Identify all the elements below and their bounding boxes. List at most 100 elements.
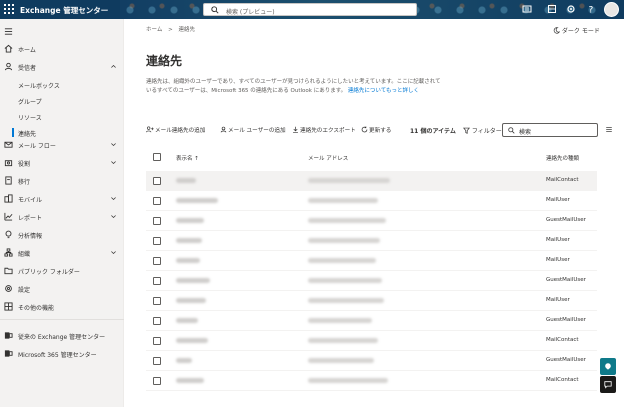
redacted-display-name[interactable] <box>176 258 200 263</box>
redacted-display-name[interactable] <box>176 218 204 223</box>
contact-type-cell: GuestMailUser <box>546 317 586 323</box>
sidebar-item-m365-admin[interactable]: Microsoft 365 管理センター <box>0 345 124 362</box>
row-checkbox[interactable] <box>153 217 161 225</box>
list-options-icon <box>606 127 612 132</box>
lightbulb-icon <box>4 230 13 239</box>
sidebar-item-migration[interactable]: 移行 <box>0 172 124 189</box>
sidebar-item-classic-eac[interactable]: 従来の Exchange 管理センター <box>0 327 124 344</box>
export-contacts-label: 連絡先のエクスポート <box>300 128 356 134</box>
export-contacts-button[interactable]: 連絡先のエクスポート <box>292 126 356 134</box>
app-launcher-icon[interactable] <box>4 4 15 15</box>
sidebar-item-mobile[interactable]: モバイル <box>0 190 124 207</box>
add-person-icon <box>146 126 154 133</box>
redacted-display-name[interactable] <box>176 198 218 203</box>
contact-type-cell: GuestMailUser <box>546 357 586 363</box>
redacted-email-address <box>308 258 376 263</box>
sidebar: ホーム 受信者 メールボックス グループ リソース 連絡先 メール フロー 役割… <box>0 19 124 407</box>
table-row[interactable]: MailContact <box>146 371 597 391</box>
sidebar-item-settings[interactable]: 設定 <box>0 280 124 297</box>
roles-icon <box>4 158 13 167</box>
sidebar-item-organization[interactable]: 組織 <box>0 244 124 261</box>
row-checkbox[interactable] <box>153 357 161 365</box>
row-checkbox[interactable] <box>153 237 161 245</box>
row-checkbox[interactable] <box>153 197 161 205</box>
table-row[interactable]: MailContact <box>146 171 597 191</box>
column-header-email[interactable]: メール アドレス <box>308 154 348 162</box>
sidebar-item-mail-flow[interactable]: メール フロー <box>0 136 124 153</box>
redacted-display-name[interactable] <box>176 378 204 383</box>
sidebar-item-insights[interactable]: 分析情報 <box>0 226 124 243</box>
sidebar-item-label: 設定 <box>18 286 31 294</box>
feedback-button[interactable] <box>600 358 616 375</box>
row-checkbox[interactable] <box>153 377 161 385</box>
person-icon <box>220 126 227 133</box>
select-all-checkbox[interactable] <box>153 153 161 161</box>
redacted-display-name[interactable] <box>176 298 206 303</box>
contact-type-cell: MailUser <box>546 297 570 303</box>
table-row[interactable]: MailUser <box>146 251 597 271</box>
sidebar-item-groups[interactable]: グループ <box>0 92 124 109</box>
sidebar-item-reports[interactable]: レポート <box>0 208 124 225</box>
sidebar-item-other-features[interactable]: その他の機能 <box>0 298 124 315</box>
add-mail-user-button[interactable]: メール ユーザーの追加 <box>220 126 286 134</box>
sidebar-item-label: Microsoft 365 管理センター <box>18 351 97 359</box>
settings-gear-icon[interactable] <box>566 4 576 14</box>
refresh-icon <box>361 126 368 133</box>
breadcrumb-home-link[interactable]: ホーム <box>146 27 162 33</box>
hamburger-icon <box>4 27 13 36</box>
column-options-button[interactable] <box>605 126 613 135</box>
organization-icon <box>4 248 13 257</box>
learn-more-link[interactable]: 連絡先についてもっと詳しく <box>348 88 419 94</box>
table-row[interactable]: GuestMailUser <box>146 351 597 371</box>
contact-type-cell: MailContact <box>546 177 579 183</box>
sidebar-item-label: グループ <box>18 98 42 106</box>
app-title[interactable]: Exchange 管理センター <box>20 5 108 16</box>
sidebar-item-roles[interactable]: 役割 <box>0 154 124 171</box>
sidebar-item-mailboxes[interactable]: メールボックス <box>0 76 124 93</box>
table-row[interactable]: GuestMailUser <box>146 211 597 231</box>
redacted-display-name[interactable] <box>176 238 202 243</box>
row-checkbox[interactable] <box>153 177 161 185</box>
chevron-down-icon <box>110 213 117 220</box>
hamburger-menu-button[interactable] <box>0 23 124 40</box>
user-avatar[interactable] <box>604 2 619 17</box>
redacted-display-name[interactable] <box>176 278 210 283</box>
table-row[interactable]: GuestMailUser <box>146 311 597 331</box>
redacted-display-name[interactable] <box>176 178 196 183</box>
chevron-up-icon <box>110 63 117 70</box>
column-header-contact-type[interactable]: 連絡先の種類 <box>546 154 579 162</box>
sidebar-item-resources[interactable]: リソース <box>0 108 124 125</box>
refresh-button[interactable]: 更新する <box>361 126 391 134</box>
page-title: 連絡先 <box>146 54 183 68</box>
row-checkbox[interactable] <box>153 337 161 345</box>
column-header-display-name[interactable]: 表示名 ↑ <box>176 154 199 162</box>
table-row[interactable]: GuestMailUser <box>146 271 597 291</box>
row-checkbox[interactable] <box>153 277 161 285</box>
sidebar-item-label: 移行 <box>18 178 31 186</box>
row-checkbox[interactable] <box>153 317 161 325</box>
dark-mode-toggle[interactable]: ダーク モード <box>553 26 600 35</box>
table-row[interactable]: MailUser <box>146 291 597 311</box>
breadcrumb-separator: > <box>168 27 173 33</box>
sidebar-item-home[interactable]: ホーム <box>0 40 124 57</box>
row-checkbox[interactable] <box>153 257 161 265</box>
list-search-input[interactable]: 検索 <box>502 123 598 137</box>
notifications-icon[interactable] <box>547 4 557 14</box>
sidebar-item-label: レポート <box>18 214 43 222</box>
table-row[interactable]: MailContact <box>146 331 597 351</box>
sidebar-item-recipients[interactable]: 受信者 <box>0 58 124 75</box>
help-icon[interactable]: ? <box>586 4 596 16</box>
sidebar-divider <box>0 319 124 320</box>
sidebar-item-public-folders[interactable]: パブリック フォルダー <box>0 262 124 279</box>
redacted-display-name[interactable] <box>176 338 208 343</box>
filter-button[interactable]: フィルター <box>462 126 502 135</box>
table-row[interactable]: MailUser <box>146 191 597 211</box>
redacted-display-name[interactable] <box>176 318 198 323</box>
apps-icon[interactable] <box>522 4 532 14</box>
global-search-input[interactable]: 検索 (プレビュー) <box>203 3 417 16</box>
table-row[interactable]: MailUser <box>146 231 597 251</box>
row-checkbox[interactable] <box>153 297 161 305</box>
chat-button[interactable] <box>600 376 616 393</box>
redacted-display-name[interactable] <box>176 358 192 363</box>
add-mail-contact-button[interactable]: メール連絡先の追加 <box>146 126 205 134</box>
